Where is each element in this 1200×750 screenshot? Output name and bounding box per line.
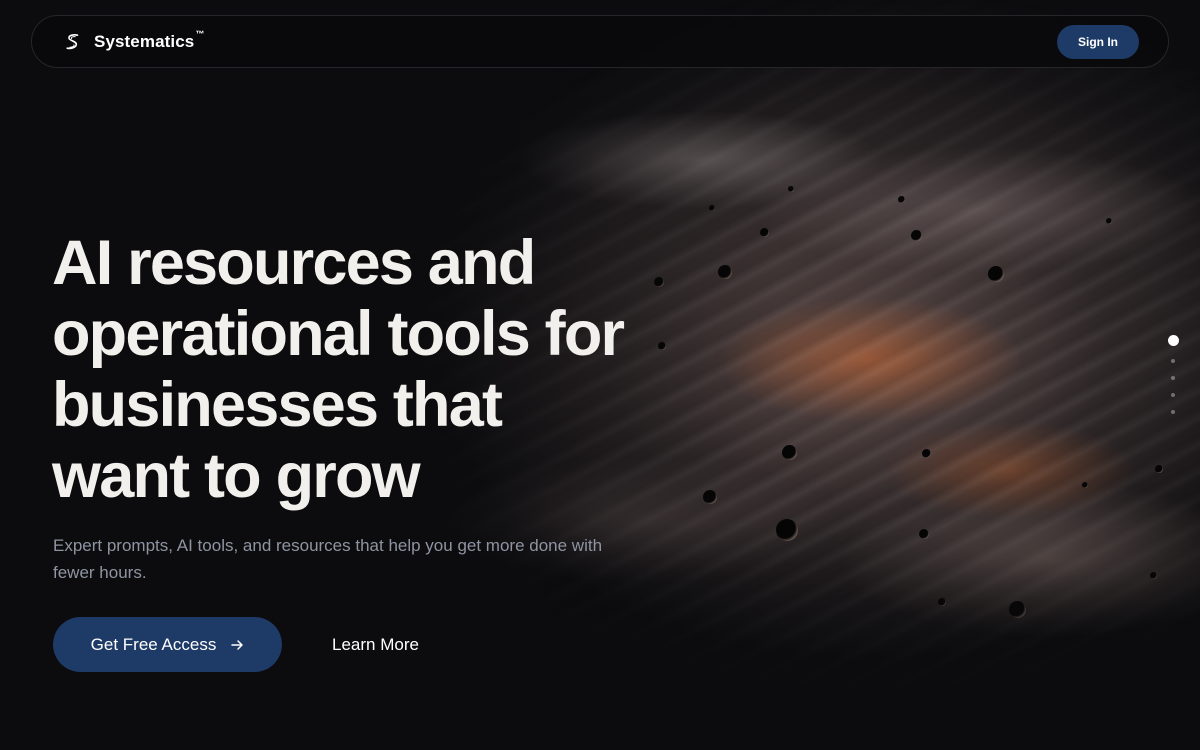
slide-pagination bbox=[1166, 335, 1180, 415]
hero-subtitle-line: fewer hours. bbox=[53, 563, 147, 582]
trademark-symbol: ™ bbox=[195, 28, 205, 39]
cta-row: Get Free Access Learn More bbox=[53, 617, 419, 672]
brand-name: Systematics™ bbox=[94, 28, 205, 51]
slide-dot-1[interactable] bbox=[1167, 335, 1179, 346]
slide-dot-3[interactable] bbox=[1171, 376, 1175, 380]
s-logo-icon bbox=[62, 31, 84, 53]
landing-page: Systematics™ Sign In AI resources and op… bbox=[0, 0, 1200, 750]
hero-title-line: want to grow bbox=[52, 441, 421, 511]
top-navbar: Systematics™ Sign In bbox=[31, 15, 1169, 68]
hero-title-line: businesses that bbox=[52, 370, 503, 440]
slide-dot-5[interactable] bbox=[1171, 410, 1175, 414]
brand[interactable]: Systematics™ bbox=[62, 28, 205, 53]
arrow-right-icon bbox=[230, 638, 244, 652]
hero-title-line: AI resources and bbox=[52, 228, 536, 298]
slide-dot-2[interactable] bbox=[1171, 359, 1175, 363]
hero-title: AI resources and operational tools for b… bbox=[52, 228, 752, 512]
hero-subtitle-line: Expert prompts, AI tools, and resources … bbox=[53, 536, 603, 555]
hero-subtitle: Expert prompts, AI tools, and resources … bbox=[53, 532, 673, 586]
slide-dot-4[interactable] bbox=[1171, 393, 1175, 397]
learn-more-button[interactable]: Learn More bbox=[332, 635, 419, 655]
hero-title-line: operational tools for bbox=[52, 299, 625, 369]
sign-in-button[interactable]: Sign In bbox=[1057, 24, 1139, 59]
get-free-access-label: Get Free Access bbox=[90, 634, 217, 654]
get-free-access-button[interactable]: Get Free Access bbox=[53, 617, 282, 672]
